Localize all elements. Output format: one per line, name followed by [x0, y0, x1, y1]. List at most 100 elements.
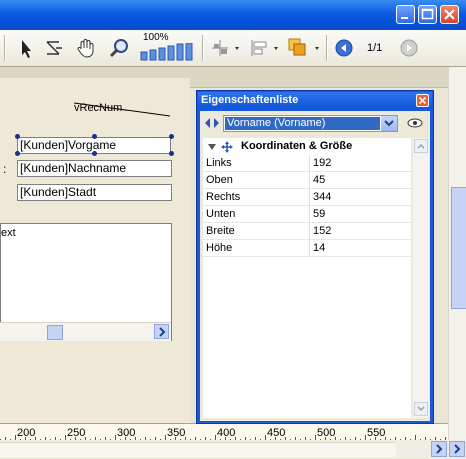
field-vorname-text: [Kunden]Vorgame	[20, 138, 117, 152]
ruler-label: 350	[167, 427, 186, 439]
panel-title: Eigenschaftenliste	[201, 94, 299, 106]
next-page-icon	[400, 39, 418, 57]
chevron-down-icon	[384, 120, 394, 127]
toolbar-separator	[4, 35, 6, 61]
distribute-menu-button[interactable]	[247, 36, 281, 60]
property-name: Breite	[206, 225, 235, 237]
ruler-label: 300	[117, 427, 136, 439]
ruler-label: 400	[217, 427, 236, 439]
scroll-track[interactable]	[0, 442, 396, 457]
panel-close-button[interactable]	[416, 94, 429, 107]
property-value[interactable]: 59	[309, 206, 325, 222]
text-area-hscrollbar[interactable]	[0, 322, 171, 341]
panel-vscrollbar[interactable]	[413, 138, 429, 418]
sort-order-icon	[46, 41, 62, 55]
panel-title-bar[interactable]: Eigenschaftenliste	[198, 92, 432, 109]
view-options-button[interactable]	[406, 116, 426, 130]
scroll-thumb[interactable]	[47, 325, 63, 340]
editor-hscrollbar[interactable]	[0, 440, 466, 458]
panel-body: Vorname (Vorname) Koordinaten & Größe Li…	[200, 111, 430, 421]
scroll-end-button[interactable]	[449, 441, 465, 457]
selection-handle[interactable]	[169, 151, 174, 156]
property-name: Rechts	[206, 191, 241, 203]
ruler-label: 550	[367, 427, 386, 439]
next-page-button[interactable]	[397, 36, 421, 60]
ruler-label: 500	[317, 427, 336, 439]
close-window-button[interactable]	[440, 5, 459, 24]
variable-line	[73, 102, 171, 117]
minimize-button[interactable]	[396, 5, 415, 24]
property-name: Unten	[206, 208, 236, 220]
close-icon	[444, 9, 455, 20]
previous-page-button[interactable]	[333, 36, 357, 60]
field-stadt-text: [Kunden]Stadt	[20, 185, 97, 199]
text-area-content: ext	[1, 227, 16, 239]
property-value[interactable]: 45	[309, 172, 325, 188]
align-menu-button[interactable]	[208, 36, 242, 60]
move-arrows-icon	[221, 141, 233, 153]
magnifier-icon	[109, 39, 128, 58]
ruler-label: 450	[267, 427, 286, 439]
zoom-level-label: 100%	[143, 32, 169, 43]
selection-handle[interactable]	[15, 151, 20, 156]
toolbar-separator	[202, 35, 204, 61]
scroll-thumb[interactable]	[451, 187, 466, 309]
selected-object-text: Vorname (Vorname)	[225, 117, 380, 130]
property-name: Höhe	[206, 242, 233, 254]
scroll-up-button[interactable]	[414, 139, 428, 153]
property-row[interactable]: Höhe 14	[203, 240, 411, 257]
property-row[interactable]: Oben 45	[203, 172, 411, 189]
selection-handle[interactable]	[169, 134, 174, 139]
property-value[interactable]: 14	[309, 240, 325, 256]
hand-icon	[77, 39, 94, 58]
property-name: Links	[206, 157, 232, 169]
selection-handle[interactable]	[92, 134, 97, 139]
page-indicator: 1/1	[367, 42, 383, 54]
property-value[interactable]: 192	[309, 155, 331, 171]
distribute-icon	[251, 40, 278, 56]
toolbar: 100% 1/1	[0, 30, 466, 67]
select-dropdown-button[interactable]	[381, 116, 397, 131]
arrow-tool-button[interactable]	[14, 36, 38, 60]
collapse-triangle-icon	[208, 144, 216, 150]
chevron-up-icon	[417, 143, 425, 149]
hand-tool-button[interactable]	[74, 36, 98, 60]
scroll-right-button[interactable]	[154, 324, 169, 339]
chevron-down-icon	[417, 406, 425, 412]
minimize-icon	[401, 17, 408, 19]
properties-panel: Eigenschaftenliste Vorname (Vorname) Koo…	[196, 90, 434, 424]
arrow-pointer-icon	[22, 40, 31, 58]
property-row[interactable]: Unten 59	[203, 206, 411, 223]
property-value[interactable]: 344	[309, 189, 331, 205]
eye-icon	[407, 118, 423, 128]
field-nachname[interactable]: [Kunden]Nachname	[17, 160, 172, 177]
property-row[interactable]: Breite 152	[203, 223, 411, 240]
selection-handle[interactable]	[15, 134, 20, 139]
ruler-label: 250	[67, 427, 86, 439]
sort-tool-button[interactable]	[42, 36, 66, 60]
property-group-header[interactable]: Koordinaten & Größe	[203, 138, 411, 155]
property-value[interactable]: 152	[309, 223, 331, 239]
zoom-level-bars[interactable]	[140, 42, 200, 61]
object-select[interactable]: Vorname (Vorname)	[223, 115, 398, 132]
arrange-menu-button[interactable]	[286, 36, 324, 60]
group-label: Koordinaten & Größe	[241, 140, 353, 152]
left-right-arrows-icon	[205, 118, 219, 128]
maximize-button[interactable]	[418, 5, 437, 24]
toolbar-separator	[326, 35, 328, 61]
property-name: Oben	[206, 174, 233, 186]
layers-icon	[288, 38, 319, 56]
field-stadt[interactable]: [Kunden]Stadt	[17, 184, 172, 201]
scroll-down-button[interactable]	[414, 402, 428, 416]
scroll-right-button[interactable]	[431, 441, 447, 457]
editor-vscrollbar[interactable]	[448, 67, 466, 440]
horizontal-ruler: 200 250 300 350 400 450 500 550	[0, 423, 466, 441]
zoom-bars-icon	[140, 42, 193, 61]
zoom-tool-button[interactable]	[107, 36, 131, 60]
maximize-icon	[421, 8, 434, 20]
chevron-right-icon	[436, 444, 443, 454]
property-row[interactable]: Rechts 344	[203, 189, 411, 206]
property-row[interactable]: Links 192	[203, 155, 411, 172]
selection-handle[interactable]	[92, 151, 97, 156]
object-nav-arrows[interactable]	[203, 116, 221, 130]
